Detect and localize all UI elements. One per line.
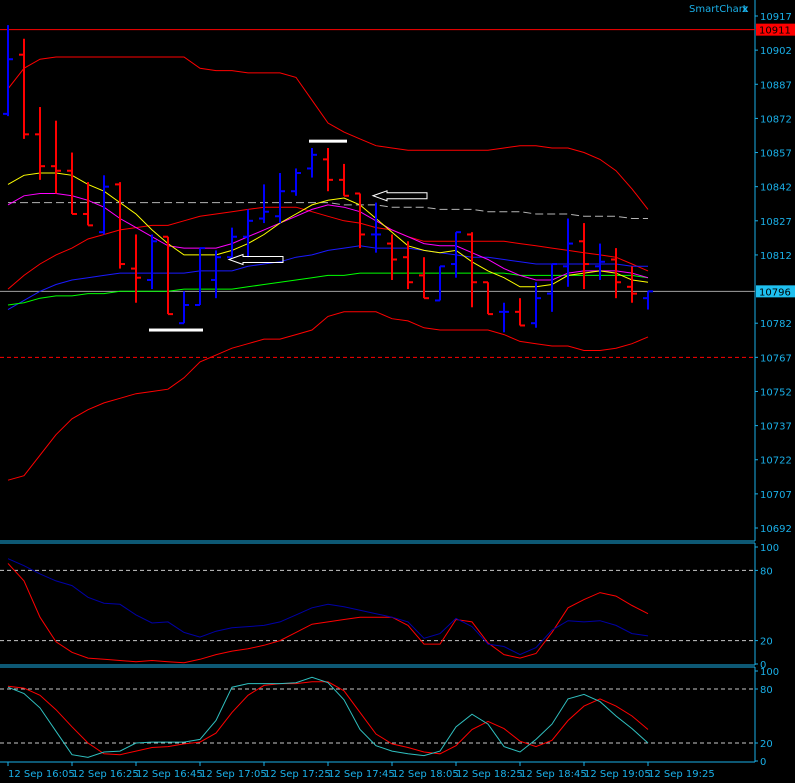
- close-icon[interactable]: x: [742, 4, 749, 15]
- time-axis-label: 12 Sep 17:45: [328, 769, 395, 780]
- price-axis-label: 10842: [760, 183, 792, 194]
- chart-title: SmartChart: [689, 4, 747, 15]
- oscillator-2-axis-label: 20: [760, 739, 773, 750]
- price-axis-label: 10707: [760, 490, 792, 501]
- oscillator-2-axis-label: 0: [760, 757, 766, 768]
- price-axis-label: 10887: [760, 80, 792, 91]
- oscillator-1-axis-label: 20: [760, 637, 773, 648]
- price-axis-label: 10917: [760, 12, 792, 23]
- time-axis-label: 12 Sep 19:05: [584, 769, 651, 780]
- price-axis-label: 10722: [760, 456, 792, 467]
- oscillator-1-axis-label: 100: [760, 543, 779, 554]
- level-marker: [149, 328, 203, 332]
- oscillator-1-axis-label: 80: [760, 566, 773, 577]
- time-axis-label: 12 Sep 19:25: [648, 769, 715, 780]
- price-axis-label: 10782: [760, 319, 792, 330]
- price-axis-label: 10857: [760, 149, 792, 160]
- time-axis-label: 12 Sep 18:25: [456, 769, 523, 780]
- high-price-line-label: 10911: [759, 26, 791, 37]
- price-axis-label: 10827: [760, 217, 792, 228]
- chart-background: [0, 0, 795, 783]
- price-axis-label: 10812: [760, 251, 792, 262]
- time-axis-label: 12 Sep 16:45: [136, 769, 203, 780]
- time-axis-label: 12 Sep 16:05: [8, 769, 75, 780]
- time-axis-label: 12 Sep 18:05: [392, 769, 459, 780]
- price-axis-label: 10692: [760, 524, 792, 535]
- time-axis-label: 12 Sep 17:05: [200, 769, 267, 780]
- current-price-line-label: 10796: [759, 287, 791, 298]
- price-axis-label: 10737: [760, 422, 792, 433]
- price-axis-label: 10872: [760, 114, 792, 125]
- price-axis-label: 10902: [760, 46, 792, 57]
- price-axis-label: 10752: [760, 387, 792, 398]
- oscillator-2-axis-label: 80: [760, 685, 773, 696]
- oscillator-2-axis-label: 100: [760, 667, 779, 678]
- smartchart-window[interactable]: 10917 10902 10887 10872 10857 10842 10827 10812…: [0, 0, 795, 783]
- level-marker: [309, 139, 347, 143]
- time-axis-label: 12 Sep 16:25: [72, 769, 139, 780]
- time-axis-label: 12 Sep 18:45: [520, 769, 587, 780]
- price-axis-label: 10767: [760, 353, 792, 364]
- time-axis-label: 12 Sep 17:25: [264, 769, 331, 780]
